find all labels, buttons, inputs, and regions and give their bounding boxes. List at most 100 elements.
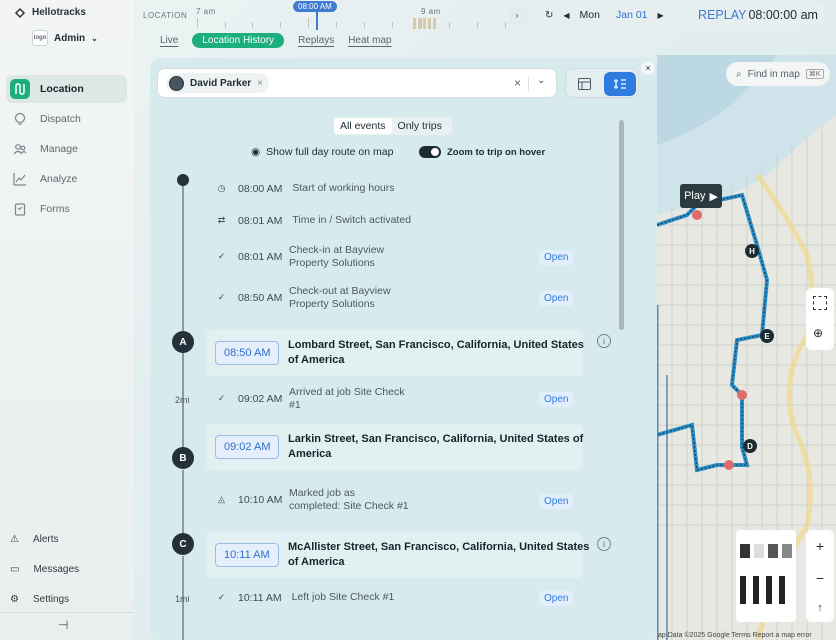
tab-live[interactable]: Live (160, 35, 178, 46)
sidebar-item-alerts[interactable]: ⚠ Alerts (10, 529, 59, 549)
settings-gear-icon: ⚙ (10, 593, 19, 605)
chevron-down-icon: ⌄ (91, 33, 98, 43)
tab-replays[interactable]: Replays (298, 35, 334, 46)
sidebar-item-location[interactable]: Location (6, 75, 127, 103)
manage-users-icon (10, 139, 30, 159)
timeline-cursor[interactable] (316, 12, 318, 30)
event-text: Check-in at Bayview (289, 244, 385, 256)
worker-search-input[interactable]: David Parker × × ⌄ (157, 68, 557, 98)
open-button[interactable]: Open (539, 250, 574, 265)
timeline-next-button[interactable]: › (508, 6, 526, 24)
sidebar-item-forms[interactable]: Forms (6, 195, 127, 223)
close-panel-icon[interactable]: × (641, 61, 655, 75)
stop-time: 08:50 AM (215, 341, 280, 365)
chevron-down-icon[interactable]: ⌄ (537, 75, 545, 86)
timeline-bar[interactable]: LOCATION 7 am 9 am 08:00 AM (140, 0, 530, 32)
sidebar-item-label: Manage (40, 143, 78, 155)
hellotracks-logo-icon (14, 7, 26, 19)
stop-address: of America (288, 556, 345, 568)
selected-worker-chip[interactable]: David Parker × (166, 73, 269, 93)
timeline-label: LOCATION (143, 11, 188, 20)
sidebar-item-messages[interactable]: ▭ Messages (10, 559, 79, 579)
zoom-toggle[interactable] (419, 146, 441, 158)
event-text: #1 (289, 399, 301, 411)
avatar (169, 75, 184, 91)
open-button[interactable]: Open (539, 591, 574, 606)
tab-heat-map[interactable]: Heat map (348, 35, 391, 46)
clear-icon[interactable]: × (514, 76, 521, 90)
open-button[interactable]: Open (539, 494, 574, 509)
add-pointer-icon[interactable]: ⊕ (813, 326, 823, 340)
north-arrow-icon[interactable]: ↑ (817, 602, 823, 614)
zoom-in-button[interactable]: + (816, 538, 824, 554)
sidebar-item-label: Analyze (40, 173, 78, 185)
event-text: Property Solutions (289, 298, 375, 310)
stop-time: 10:11 AM (215, 543, 279, 567)
tab-location-history[interactable]: Location History (192, 33, 285, 48)
view-toggle (565, 68, 639, 98)
zoom-to-trip-option[interactable]: Zoom to trip on hover (419, 146, 545, 158)
timeline-view-button[interactable] (604, 72, 636, 96)
worker-name: David Parker (190, 77, 252, 89)
prev-day-icon[interactable]: ◀ (563, 11, 569, 20)
replay-clock[interactable]: REPLAY 08:00:00 am (690, 4, 826, 26)
info-icon[interactable]: i (597, 334, 611, 348)
sidebar-item-manage[interactable]: Manage (6, 135, 127, 163)
event-row: ⇄ 08:01 AM Time in / Switch activated (215, 214, 411, 227)
select-area-icon[interactable] (813, 296, 827, 310)
sidebar-item-label: Messages (33, 563, 80, 575)
next-day-icon[interactable]: ▶ (658, 11, 664, 20)
search-icon: ⌕ (736, 68, 742, 80)
day-label: Mon (579, 9, 600, 21)
sidebar-item-dispatch[interactable]: Dispatch (6, 105, 127, 133)
stop-card[interactable]: 10:11 AM McAllister Street, San Francisc… (206, 532, 589, 578)
filter-only-trips[interactable]: Only trips (392, 118, 448, 134)
sidebar-item-label: Alerts (32, 533, 59, 545)
play-label: Play (684, 190, 706, 202)
map-style-picker[interactable] (736, 530, 796, 622)
chevron-right-icon: › (515, 10, 519, 20)
pin-sidebar-icon[interactable]: ⊣ (58, 618, 68, 632)
location-tabs: Live Location History Replays Heat map (160, 33, 392, 48)
zoom-out-button[interactable]: − (816, 570, 824, 586)
replay-time: 08:00:00 am (748, 8, 818, 22)
trip-distance: 2mi (175, 395, 190, 405)
info-icon[interactable]: i (597, 537, 611, 551)
replay-label: REPLAY (698, 8, 747, 22)
refresh-icon[interactable]: ↻ (545, 10, 553, 21)
play-button[interactable]: Play ▶ (680, 184, 722, 208)
stop-card[interactable]: 09:02 AM Larkin Street, San Francisco, C… (206, 424, 583, 470)
analyze-chart-icon (10, 169, 30, 189)
filter-all-events[interactable]: All events (334, 118, 392, 134)
event-time: 08:00 AM (238, 182, 283, 195)
map-marker-h: H (749, 247, 755, 256)
event-time: 09:02 AM (238, 393, 283, 405)
list-view-button[interactable] (568, 72, 600, 96)
panel-scrollbar[interactable] (619, 120, 624, 330)
stop-card[interactable]: 08:50 AM Lombard Street, San Francisco, … (206, 330, 584, 376)
forms-icon (10, 199, 30, 219)
event-text: Marked job as (289, 487, 355, 499)
date-value[interactable]: Jan 01 (616, 9, 648, 21)
stop-time: 09:02 AM (215, 435, 280, 459)
open-button[interactable]: Open (539, 291, 574, 306)
clock-icon: ◷ (217, 183, 226, 193)
sidebar-item-settings[interactable]: ⚙ Settings (10, 589, 69, 609)
open-button[interactable]: Open (539, 392, 574, 407)
activity-segment (413, 18, 437, 29)
list-view-icon (577, 78, 591, 90)
date-picker: ↻ ◀ Mon Jan 01 ▶ (535, 4, 685, 26)
timeline-line (182, 183, 184, 333)
stop-address: America (288, 448, 332, 460)
find-in-map-input[interactable]: ⌕ Find in map ⌘K (726, 62, 830, 86)
event-text: Check-out at Bayview (289, 285, 391, 297)
stop-address: of America (288, 354, 345, 366)
sidebar-item-analyze[interactable]: Analyze (6, 165, 127, 193)
remove-chip-icon[interactable]: × (257, 78, 263, 89)
show-full-route-option[interactable]: ◉ Show full day route on map (251, 146, 393, 158)
event-time: 10:10 AM (238, 494, 283, 506)
account-switcher[interactable]: logo Admin ⌄ (32, 30, 98, 46)
find-placeholder: Find in map (747, 68, 800, 80)
event-text: Time in / Switch activated (292, 214, 412, 226)
sidebar-item-label: Dispatch (40, 113, 81, 125)
